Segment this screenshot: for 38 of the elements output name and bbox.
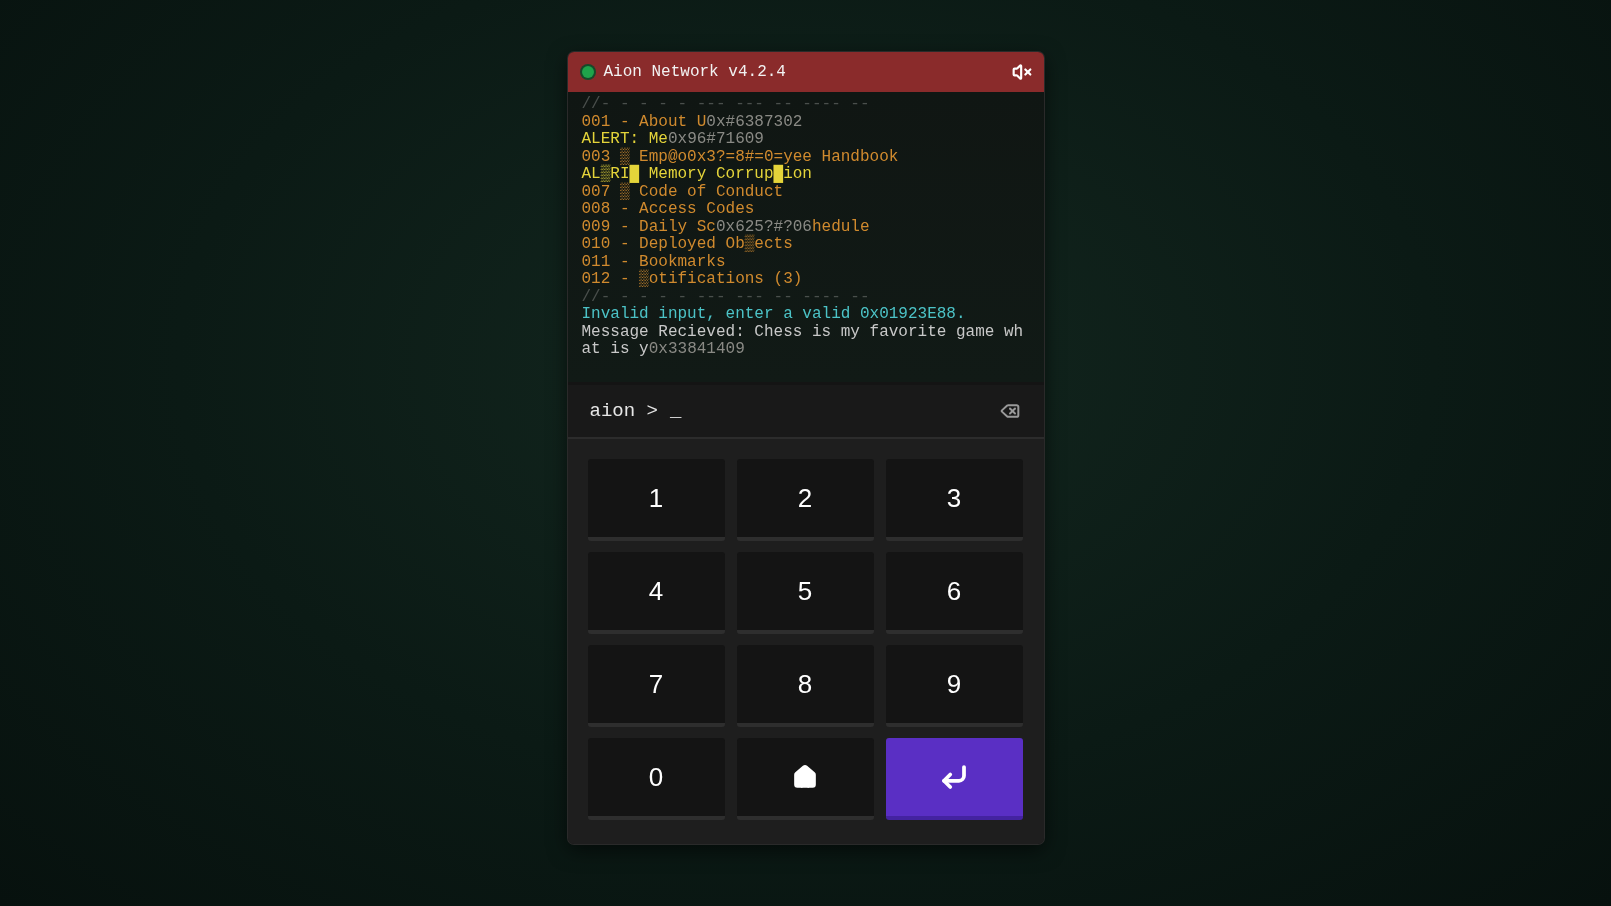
terminal-text: Invalid input, enter a valid 0x01923E88. xyxy=(581,305,966,323)
digit-key[interactable]: 3 xyxy=(885,459,1023,541)
digit-key[interactable]: 2 xyxy=(736,459,874,541)
command-input[interactable]: _ xyxy=(669,400,1000,422)
terminal-text: at is y xyxy=(581,340,649,358)
digit-key[interactable]: 1 xyxy=(587,459,725,541)
digit-key[interactable]: 9 xyxy=(885,645,1023,727)
terminal-text: //- - - - - --- --- -- ---- -- xyxy=(581,95,870,113)
digit-key[interactable]: 5 xyxy=(736,552,874,634)
terminal-text: 003 ▒ Emp@o0x3?=8#=0=yee Handbook xyxy=(581,147,899,166)
terminal-text: //- - - - - --- --- -- ---- -- xyxy=(581,287,870,306)
digit-key[interactable]: 0 xyxy=(587,738,725,820)
terminal-text: Message Recieved: Chess is my favorite game wh xyxy=(581,322,1024,341)
status-icon xyxy=(581,66,594,78)
prompt-label: aion > xyxy=(589,400,658,422)
terminal-text: 0x625?#?06 xyxy=(715,217,812,236)
home-icon xyxy=(792,764,818,790)
digit-key[interactable]: 8 xyxy=(736,645,874,727)
terminal-text: 0x96#71609 xyxy=(667,130,764,148)
terminal-text: 008 - Access Codes xyxy=(581,200,755,218)
digit-key[interactable]: 6 xyxy=(885,552,1023,634)
terminal-text: 007 ▒ Code of Conduct xyxy=(581,182,784,201)
terminal-text: 0x33841409 xyxy=(648,340,745,358)
terminal-text: hedule xyxy=(811,217,870,236)
terminal-text: 012 - ▒otifications (3) xyxy=(581,270,803,288)
backspace-icon[interactable] xyxy=(999,401,1020,421)
terminal-text: 0x#6387302 xyxy=(706,112,803,131)
digit-key[interactable]: 4 xyxy=(587,552,725,634)
digit-key[interactable]: 7 xyxy=(587,645,725,727)
terminal-text: 010 - Deployed Ob▒ects xyxy=(581,235,793,253)
muted-speaker-icon[interactable] xyxy=(1011,62,1032,82)
window-title: Aion Network v4.2.4 xyxy=(603,63,787,81)
terminal-text: AL▒RI█ Memory Corrup█ion xyxy=(581,165,812,183)
return-arrow-icon xyxy=(939,762,969,792)
terminal-text: ALERT: Me xyxy=(581,130,668,148)
terminal-text: 009 - Daily Sc xyxy=(581,217,716,236)
home-key[interactable] xyxy=(736,738,874,820)
terminal-text: 001 - About U xyxy=(581,112,707,131)
